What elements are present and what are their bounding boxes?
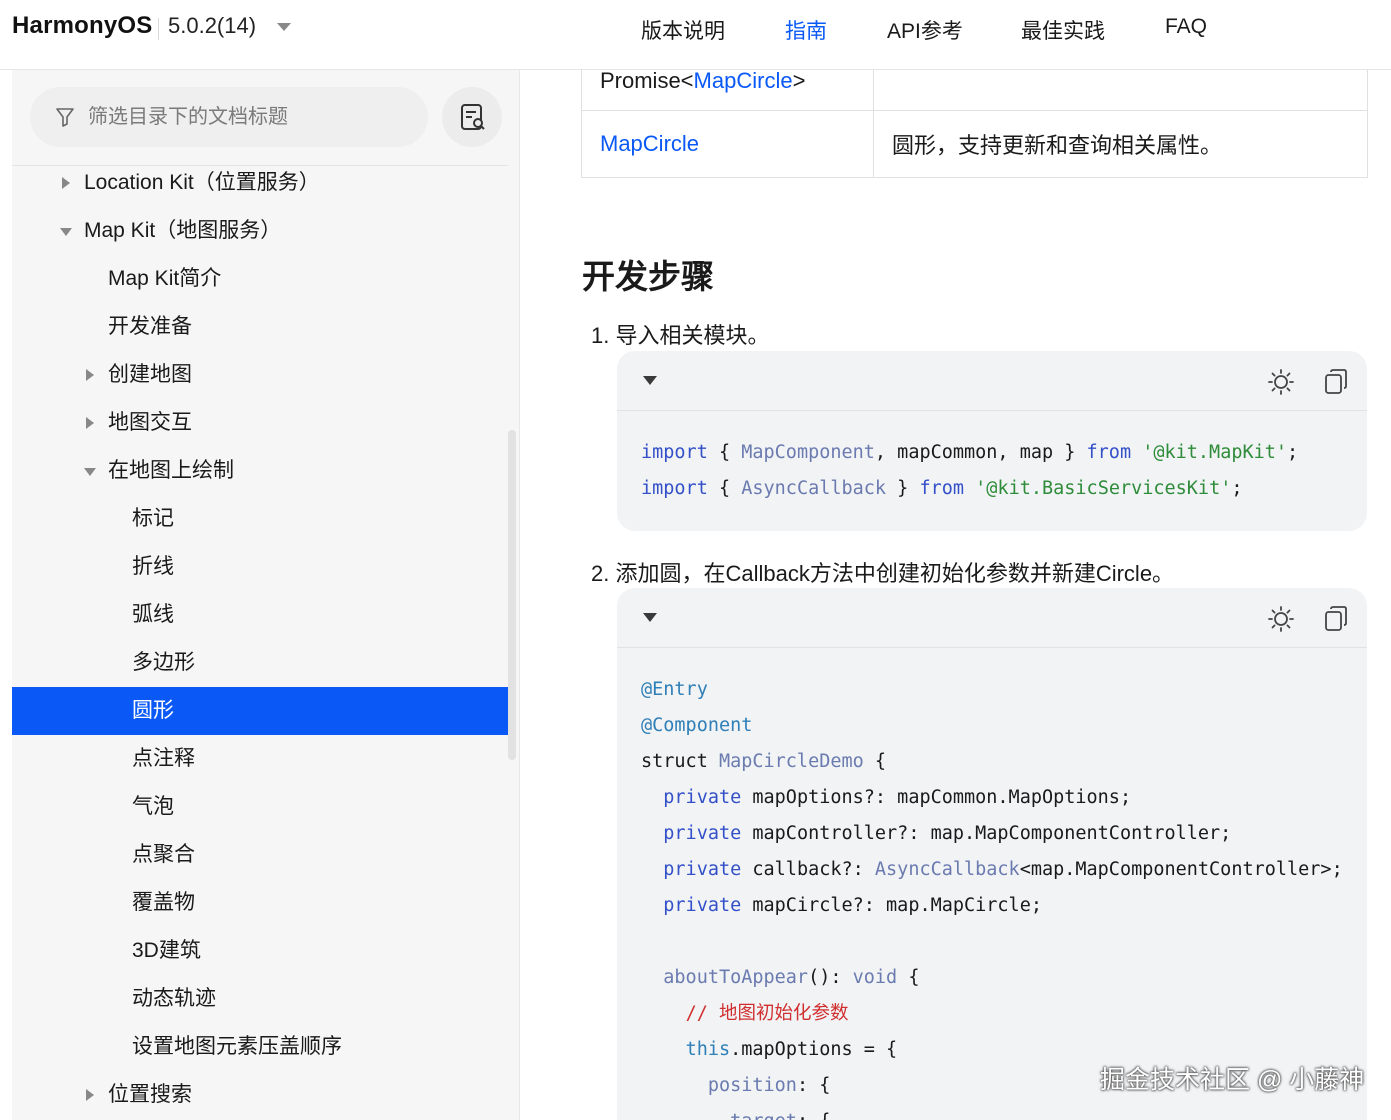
sidebar-item-location-search[interactable]: 位置搜索 bbox=[12, 1071, 508, 1119]
mapcircle-link[interactable]: MapCircle bbox=[694, 70, 793, 93]
sidebar-item-label: 开发准备 bbox=[108, 315, 192, 338]
sidebar: Location Kit（位置服务） Map Kit（地图服务） Map Kit… bbox=[12, 70, 520, 1120]
version-selector[interactable]: 5.0.2(14) bbox=[168, 13, 256, 39]
sidebar-item-label: 标记 bbox=[132, 507, 174, 530]
sidebar-item-bubble[interactable]: 气泡 bbox=[12, 783, 508, 831]
code-block-imports: import { MapComponent, mapCommon, map } … bbox=[617, 351, 1367, 531]
sidebar-item-z-order[interactable]: 设置地图元素压盖顺序 bbox=[12, 1023, 508, 1071]
sidebar-item-location-kit[interactable]: Location Kit（位置服务） bbox=[12, 159, 508, 207]
main-content: Promise<MapCircle> MapCircle 圆形，支持更新和查询相… bbox=[520, 70, 1391, 1120]
chevron-down-icon[interactable] bbox=[84, 468, 96, 476]
sidebar-scrollbar[interactable] bbox=[508, 430, 516, 760]
sidebar-item-create-map[interactable]: 创建地图 bbox=[12, 351, 508, 399]
sidebar-item-map-kit[interactable]: Map Kit（地图服务） bbox=[12, 207, 508, 255]
chevron-right-icon[interactable] bbox=[86, 1089, 94, 1101]
nav-best-practices[interactable]: 最佳实践 bbox=[1021, 15, 1105, 45]
mapcircle-link[interactable]: MapCircle bbox=[600, 131, 699, 156]
section-title: 开发步骤 bbox=[582, 258, 714, 295]
sidebar-item-dynamic-track[interactable]: 动态轨迹 bbox=[12, 975, 508, 1023]
sidebar-item-map-interaction[interactable]: 地图交互 bbox=[12, 399, 508, 447]
code-block-circle-demo: @Entry @Component struct MapCircleDemo {… bbox=[617, 588, 1367, 1120]
code-toolbar bbox=[617, 588, 1367, 648]
brand-divider bbox=[158, 18, 159, 40]
chevron-down-icon[interactable] bbox=[277, 23, 291, 31]
table-cell-description: 圆形，支持更新和查询相关属性。 bbox=[873, 110, 1368, 178]
table-cell: MapCircle bbox=[581, 110, 874, 178]
nav-api-reference[interactable]: API参考 bbox=[887, 15, 963, 45]
code-content: @Entry @Component struct MapCircleDemo {… bbox=[641, 679, 1343, 1120]
sidebar-item-cluster[interactable]: 点聚合 bbox=[12, 831, 508, 879]
sidebar-item-label: 多边形 bbox=[132, 651, 195, 674]
collapse-icon[interactable] bbox=[643, 613, 657, 622]
sidebar-item-marker[interactable]: 标记 bbox=[12, 495, 508, 543]
filter-icon bbox=[56, 108, 74, 127]
sidebar-item-label: 动态轨迹 bbox=[132, 987, 216, 1010]
sidebar-item-label: Location Kit（位置服务） bbox=[84, 171, 320, 194]
sidebar-item-polyline[interactable]: 折线 bbox=[12, 543, 508, 591]
sidebar-item-preparation[interactable]: 开发准备 bbox=[12, 303, 508, 351]
sidebar-item-3d-building[interactable]: 3D建筑 bbox=[12, 927, 508, 975]
nav-faq[interactable]: FAQ bbox=[1165, 15, 1207, 39]
nav-release-notes[interactable]: 版本说明 bbox=[641, 15, 725, 45]
sidebar-item-label: 圆形 bbox=[132, 699, 174, 722]
sidebar-item-arc[interactable]: 弧线 bbox=[12, 591, 508, 639]
table-cell: Promise<MapCircle> bbox=[581, 70, 874, 111]
chevron-right-icon[interactable] bbox=[62, 177, 70, 189]
sidebar-item-label: 覆盖物 bbox=[132, 891, 195, 914]
table-cell-suffix: > bbox=[792, 70, 806, 93]
sidebar-item-label: 创建地图 bbox=[108, 363, 192, 386]
theme-toggle-icon[interactable] bbox=[1267, 605, 1295, 633]
watermark: 掘金技术社区 @ 小藤神 bbox=[1100, 1066, 1365, 1094]
collapse-icon[interactable] bbox=[643, 376, 657, 385]
step-1-text: 1. 导入相关模块。 bbox=[591, 323, 770, 348]
sidebar-item-draw-on-map[interactable]: 在地图上绘制 bbox=[12, 447, 508, 495]
filter-box[interactable] bbox=[30, 87, 428, 147]
sidebar-item-label: 弧线 bbox=[132, 603, 174, 626]
code-content: import { MapComponent, mapCommon, map } … bbox=[641, 442, 1299, 499]
sidebar-item-circle[interactable]: 圆形 bbox=[12, 687, 508, 735]
sidebar-item-overlay[interactable]: 覆盖物 bbox=[12, 879, 508, 927]
sidebar-item-label: 气泡 bbox=[132, 795, 174, 818]
document-search-button[interactable] bbox=[442, 87, 502, 147]
sidebar-item-map-kit-intro[interactable]: Map Kit简介 bbox=[12, 255, 508, 303]
sidebar-item-polygon[interactable]: 多边形 bbox=[12, 639, 508, 687]
chevron-right-icon[interactable] bbox=[86, 417, 94, 429]
code-toolbar bbox=[617, 351, 1367, 411]
sidebar-item-label: 位置搜索 bbox=[108, 1083, 192, 1106]
theme-toggle-icon[interactable] bbox=[1267, 368, 1295, 396]
copy-icon[interactable] bbox=[1323, 605, 1349, 633]
sidebar-item-point-annotation[interactable]: 点注释 bbox=[12, 735, 508, 783]
top-header: HarmonyOS 5.0.2(14) 版本说明 指南 API参考 最佳实践 F… bbox=[0, 0, 1391, 70]
sidebar-item-label: 3D建筑 bbox=[132, 939, 201, 962]
chevron-right-icon[interactable] bbox=[86, 369, 94, 381]
sidebar-item-label: 地图交互 bbox=[108, 411, 192, 434]
table-row: MapCircle 圆形，支持更新和查询相关属性。 bbox=[581, 110, 1368, 178]
copy-icon[interactable] bbox=[1323, 368, 1349, 396]
filter-input[interactable] bbox=[88, 101, 408, 133]
table-cell-prefix: Promise< bbox=[600, 70, 694, 93]
nav-guide[interactable]: 指南 bbox=[785, 15, 827, 45]
sidebar-item-label: 点聚合 bbox=[132, 843, 195, 866]
step-2-text: 2. 添加圆，在Callback方法中创建初始化参数并新建Circle。 bbox=[591, 561, 1175, 586]
sidebar-item-label: Map Kit简介 bbox=[108, 267, 222, 290]
api-table: Promise<MapCircle> MapCircle 圆形，支持更新和查询相… bbox=[581, 70, 1368, 178]
brand-logo[interactable]: HarmonyOS bbox=[12, 12, 153, 40]
table-cell bbox=[873, 70, 1368, 111]
sidebar-item-label: Map Kit（地图服务） bbox=[84, 219, 282, 242]
table-row: Promise<MapCircle> bbox=[581, 70, 1368, 111]
sidebar-item-label: 在地图上绘制 bbox=[108, 459, 234, 482]
chevron-down-icon[interactable] bbox=[60, 228, 72, 236]
sidebar-item-label: 点注释 bbox=[132, 747, 195, 770]
document-search-icon bbox=[461, 104, 485, 130]
sidebar-item-label: 设置地图元素压盖顺序 bbox=[132, 1035, 342, 1058]
sidebar-item-label: 折线 bbox=[132, 555, 174, 578]
